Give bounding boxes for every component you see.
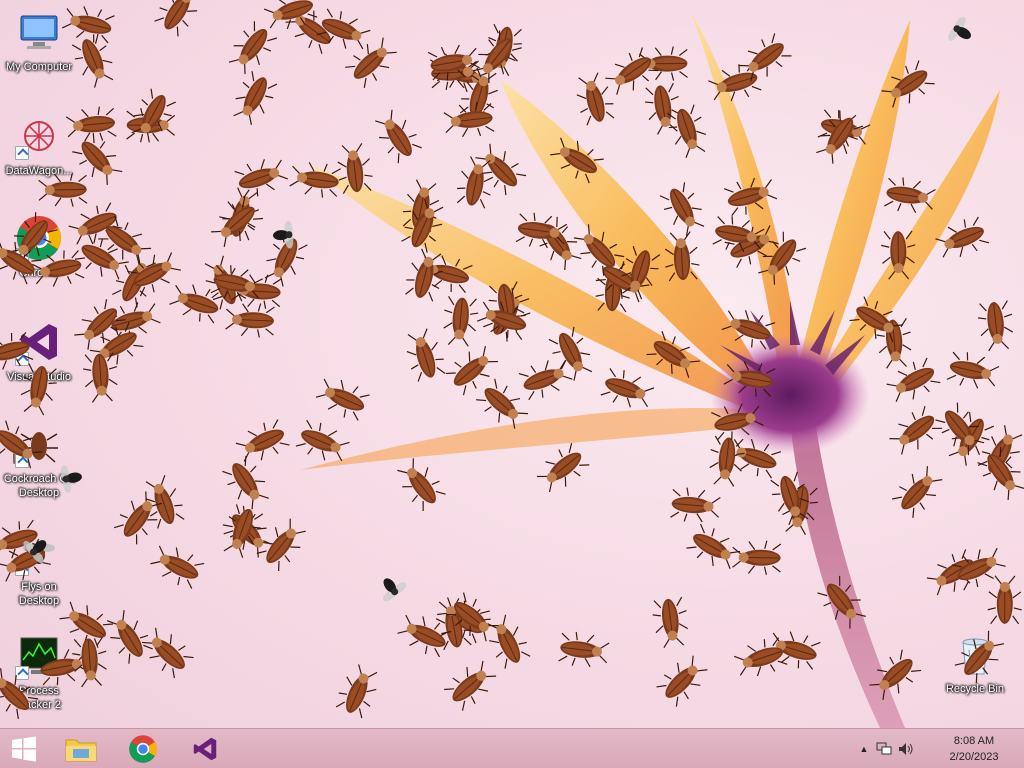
shortcut-arrow-icon: [15, 666, 29, 680]
clock[interactable]: 8:08 AM 2/20/2023: [934, 733, 1014, 765]
windows-logo-icon: [12, 736, 36, 762]
desktop-icon-recycle-bin[interactable]: Recycle Bin: [937, 630, 1013, 696]
desktop-icon-label: Visual Studio: [6, 371, 71, 383]
fly-icon: [15, 528, 63, 576]
system-tray: ▲ 8:08 AM 2/20/2023: [860, 729, 1024, 768]
show-hidden-icons-button[interactable]: ▲: [856, 741, 872, 757]
desktop-icon-my-computer[interactable]: My Computer: [1, 8, 77, 74]
folder-icon: [65, 739, 97, 762]
chrome-icon: [15, 214, 63, 262]
desktop-icon-datawagon[interactable]: DataWagon...: [1, 112, 77, 178]
desktop-icon-label: Cockroach On Desktop: [3, 473, 75, 499]
desktop-icon-label: Flys on Desktop: [18, 581, 60, 607]
desktop-icon-label: Recycle Bin: [945, 683, 1005, 695]
network-icon[interactable]: [876, 741, 892, 757]
datawagon-icon: [15, 112, 63, 160]
wallpaper-flower: [300, 10, 1000, 728]
shortcut-arrow-icon: [15, 146, 29, 160]
taskbar: ▲ 8:08 AM 2/20/2023: [0, 728, 1024, 768]
file-explorer-button[interactable]: [52, 729, 110, 768]
shortcut-arrow-icon: [15, 562, 29, 576]
process-hacker-icon: [15, 632, 63, 680]
visual-studio-icon: [193, 737, 217, 761]
desktop-icon-cockroach-desktop[interactable]: Cockroach On Desktop: [1, 420, 77, 500]
desktop-icon-chrome[interactable]: Chrome: [1, 214, 77, 280]
shortcut-arrow-icon: [15, 352, 29, 366]
desktop-icon-flys-desktop[interactable]: Flys on Desktop: [1, 528, 77, 608]
desktop-icon-label: Process Hacker 2: [16, 685, 62, 711]
start-button[interactable]: [0, 729, 48, 768]
visual-studio-taskbar-button[interactable]: [176, 729, 234, 768]
desktop-icon-visual-studio[interactable]: Visual Studio: [1, 318, 77, 384]
desktop-icon-label: Chrome: [19, 267, 59, 279]
desktop-icon-label: DataWagon...: [5, 165, 73, 177]
shortcut-arrow-icon: [15, 454, 29, 468]
chrome-taskbar-button[interactable]: [114, 729, 172, 768]
cockroach-icon: [15, 420, 63, 468]
clock-time: 8:08 AM: [953, 735, 995, 747]
chevron-up-icon: ▲: [859, 744, 869, 754]
computer-icon: [15, 8, 63, 56]
clock-date: 2/20/2023: [949, 751, 999, 763]
shortcut-arrow-icon: [15, 248, 29, 262]
recycle-bin-icon: [951, 630, 999, 678]
desktop[interactable]: My Computer DataWagon... Chrome Visual S…: [0, 0, 1024, 728]
chrome-icon: [129, 735, 157, 763]
desktop-icon-process-hacker[interactable]: Process Hacker 2: [1, 632, 77, 712]
desktop-icon-label: My Computer: [5, 61, 73, 73]
volume-icon[interactable]: [898, 741, 914, 757]
visual-studio-icon: [15, 318, 63, 366]
